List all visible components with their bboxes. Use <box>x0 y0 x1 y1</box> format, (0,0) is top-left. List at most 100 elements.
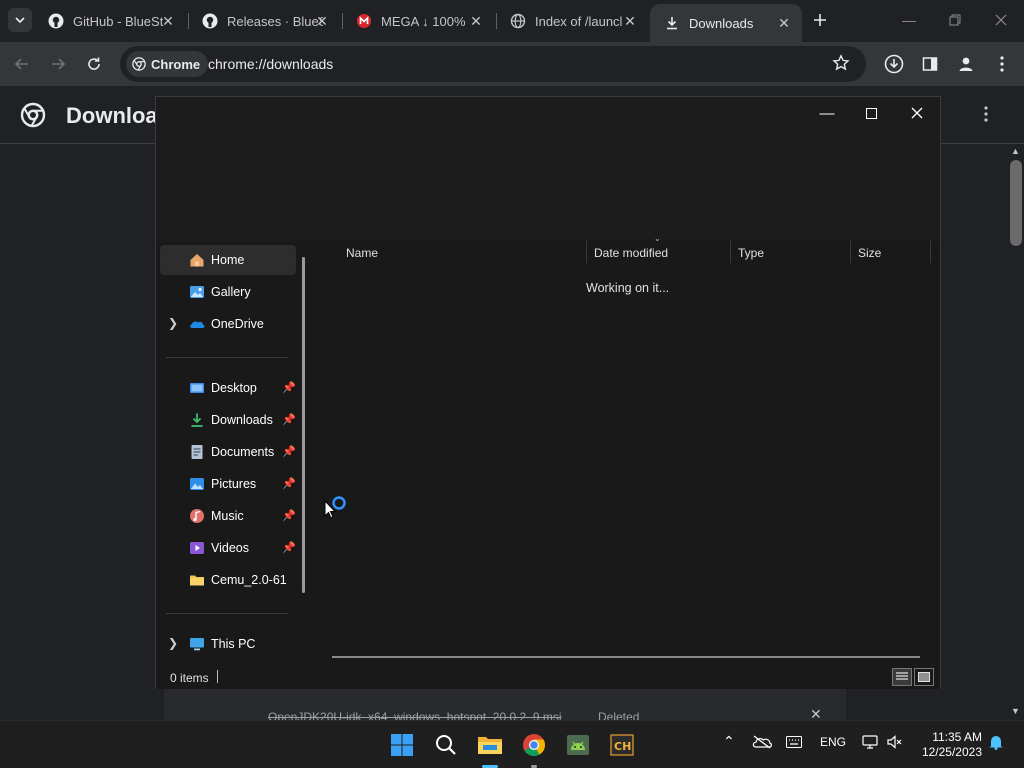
reload-button[interactable] <box>80 50 108 78</box>
column-separator[interactable] <box>930 241 931 263</box>
chip-label: Chrome <box>151 56 201 72</box>
nav-item-desktop[interactable]: Desktop 📌 <box>160 373 296 403</box>
pictures-icon <box>190 478 204 490</box>
back-button[interactable] <box>8 50 36 78</box>
taskbar-file-explorer[interactable] <box>476 731 504 759</box>
url-text[interactable]: chrome://downloads <box>208 56 333 72</box>
tab-downloads[interactable]: Downloads ✕ <box>650 4 802 42</box>
minimize-icon: — <box>819 104 835 122</box>
page-scrollbar-thumb[interactable] <box>1010 160 1022 246</box>
bookmark-star-button[interactable] <box>832 54 852 74</box>
notification-bell-icon[interactable] <box>988 734 1004 753</box>
keyboard-icon[interactable] <box>786 736 802 751</box>
pin-icon[interactable]: 📌 <box>282 477 296 490</box>
navigation-pane: Home Gallery ❯ OneDrive Desktop 📌 Downlo… <box>156 241 314 665</box>
nav-item-onedrive[interactable]: ❯ OneDrive <box>160 309 296 339</box>
column-type[interactable]: Type <box>738 246 764 260</box>
downloads-button[interactable] <box>880 50 908 78</box>
mega-icon <box>356 13 372 29</box>
plus-icon <box>814 14 826 26</box>
profile-button[interactable] <box>952 50 980 78</box>
loading-message: Working on it... <box>586 281 670 295</box>
pin-icon[interactable]: 📌 <box>282 509 296 522</box>
system-clock[interactable]: 11:35 AM 12/25/2023 <box>918 730 982 760</box>
side-panel-button[interactable] <box>916 50 944 78</box>
nav-item-gallery[interactable]: Gallery <box>160 277 296 307</box>
nav-item-music[interactable]: Music 📌 <box>160 501 296 531</box>
taskbar-app-ch[interactable]: CH <box>608 731 636 759</box>
taskbar-android-studio[interactable] <box>564 731 592 759</box>
pin-icon[interactable]: 📌 <box>282 445 296 458</box>
minimize-button[interactable]: — <box>886 0 932 40</box>
scroll-down-icon[interactable]: ▼ <box>1011 706 1020 716</box>
dialog-minimize-button[interactable]: — <box>804 99 850 127</box>
nav-scrollbar[interactable] <box>302 257 305 593</box>
kebab-menu-icon <box>984 106 988 122</box>
tab-github[interactable]: GitHub - BlueSt ✕ <box>34 6 186 36</box>
language-indicator[interactable]: ENG <box>820 735 846 749</box>
download-icon <box>664 15 680 31</box>
details-view-button[interactable] <box>892 668 912 686</box>
tab-close-icon[interactable]: ✕ <box>776 15 792 31</box>
tab-close-icon[interactable]: ✕ <box>314 13 330 29</box>
site-info-chip[interactable]: Chrome <box>126 51 209 77</box>
pin-icon[interactable]: 📌 <box>282 413 296 426</box>
explorer-status-bar: 0 items <box>156 665 940 689</box>
taskbar-search-button[interactable] <box>432 731 460 759</box>
nav-item-pictures[interactable]: Pictures 📌 <box>160 469 296 499</box>
dialog-close-button[interactable] <box>894 99 940 127</box>
column-separator[interactable] <box>850 241 851 263</box>
chevron-right-icon[interactable]: ❯ <box>168 316 178 330</box>
nav-item-label: Videos <box>211 541 249 555</box>
tab-close-icon[interactable]: ✕ <box>622 13 638 29</box>
column-date-modified[interactable]: Date modified <box>594 246 668 260</box>
page-menu-button[interactable] <box>984 106 996 126</box>
tab-close-icon[interactable]: ✕ <box>160 13 176 29</box>
address-bar[interactable]: Chrome chrome://downloads <box>120 46 866 82</box>
large-icons-view-button[interactable] <box>914 668 934 686</box>
nav-item-cemu[interactable]: Cemu_2.0-61 <box>160 565 296 595</box>
show-hidden-icons-button[interactable]: ⌃ <box>723 733 735 750</box>
arrow-right-icon <box>52 58 66 70</box>
chevron-right-icon[interactable]: ❯ <box>168 636 178 650</box>
nav-item-videos[interactable]: Videos 📌 <box>160 533 296 563</box>
tab-close-icon[interactable]: ✕ <box>468 13 484 29</box>
nav-divider <box>166 357 288 358</box>
scroll-up-icon[interactable]: ▲ <box>1011 146 1020 156</box>
nav-item-this-pc[interactable]: ❯ This PC <box>160 629 296 659</box>
taskbar-chrome[interactable] <box>520 731 548 759</box>
horizontal-scrollbar[interactable] <box>332 656 920 658</box>
onedrive-offline-icon[interactable] <box>752 735 772 752</box>
maximize-icon <box>865 107 877 119</box>
column-separator[interactable] <box>586 241 587 263</box>
tab-index[interactable]: Index of /launcl ✕ <box>496 6 648 36</box>
pin-icon[interactable]: 📌 <box>282 381 296 394</box>
column-separator[interactable] <box>730 241 731 263</box>
nav-item-documents[interactable]: Documents 📌 <box>160 437 296 467</box>
network-icon[interactable] <box>862 734 878 753</box>
forward-button[interactable] <box>44 50 72 78</box>
new-tab-button[interactable] <box>808 8 832 32</box>
tab-mega[interactable]: MEGA ↓ 100% ✕ <box>342 6 494 36</box>
window-close-button[interactable] <box>978 0 1024 40</box>
chrome-logo-icon <box>132 57 146 71</box>
tab-releases[interactable]: Releases · BlueS ✕ <box>188 6 340 36</box>
onedrive-icon <box>190 321 205 328</box>
column-name[interactable]: Name <box>346 246 378 260</box>
tab-search-button[interactable] <box>8 8 32 32</box>
item-count: 0 items <box>170 671 209 685</box>
volume-muted-icon[interactable] <box>886 734 902 753</box>
nav-item-label: Downloads <box>211 413 273 427</box>
nav-item-home[interactable]: Home <box>160 245 296 275</box>
status-divider <box>217 670 218 683</box>
start-button[interactable] <box>388 731 416 759</box>
restore-button[interactable] <box>932 0 978 40</box>
pin-icon[interactable]: 📌 <box>282 541 296 554</box>
column-size[interactable]: Size <box>858 246 881 260</box>
nav-item-downloads[interactable]: Downloads 📌 <box>160 405 296 435</box>
chrome-menu-button[interactable] <box>988 50 1016 78</box>
music-icon <box>190 509 204 523</box>
dialog-maximize-button[interactable] <box>848 99 894 127</box>
tab-title: Index of /launcl <box>535 13 623 29</box>
github-icon <box>48 13 64 29</box>
